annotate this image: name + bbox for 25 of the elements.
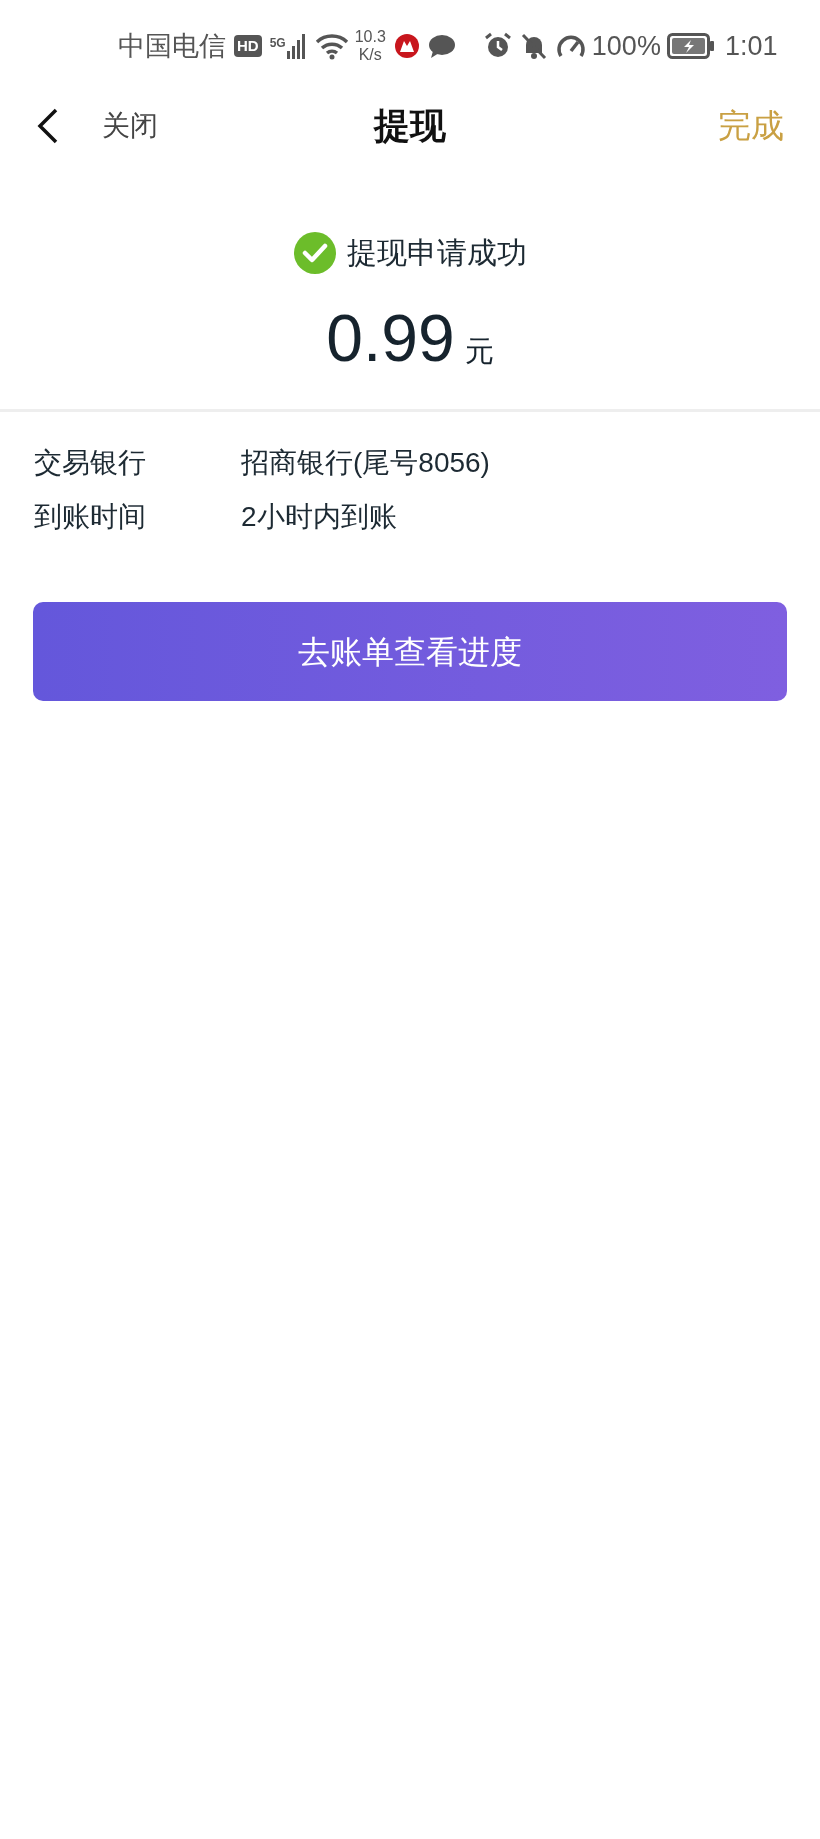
signal-icon — [286, 33, 307, 59]
network-speed: 10.3 — [354, 28, 386, 46]
carrier-name: 中国电信 — [118, 29, 226, 63]
chat-bubble-icon — [427, 34, 456, 58]
alarm-icon — [483, 32, 512, 60]
battery-icon — [666, 33, 715, 59]
progress-button[interactable]: 去账单查看进度 — [33, 602, 787, 701]
success-check-icon — [293, 230, 337, 275]
detail-label: 交易银行 — [34, 446, 147, 480]
page-title: 提现 — [374, 104, 446, 148]
hd-badge: HD — [234, 35, 262, 57]
network-speed-unit: K/s — [358, 46, 382, 64]
amount-unit: 元 — [464, 334, 494, 369]
detail-value: 招商银行(尾号8056) — [241, 446, 490, 480]
detail-value: 2小时内到账 — [241, 500, 397, 534]
wifi-icon — [314, 32, 349, 60]
clock-time: 1:01 — [724, 29, 778, 63]
muted-bell-icon — [519, 32, 548, 60]
network-type-label: 5G — [269, 37, 286, 49]
success-message: 提现申请成功 — [347, 235, 527, 271]
bank-logo-icon — [393, 33, 420, 59]
amount-value: 0.99 — [326, 300, 455, 377]
detail-label: 到账时间 — [34, 500, 147, 534]
close-button[interactable]: 关闭 — [102, 105, 158, 147]
battery-percent: 100% — [591, 29, 661, 63]
